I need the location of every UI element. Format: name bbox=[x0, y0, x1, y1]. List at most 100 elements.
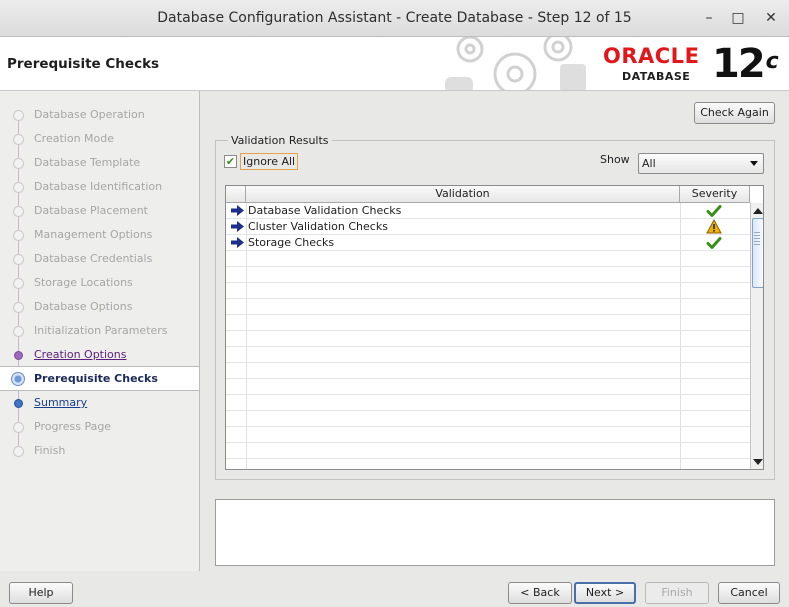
window-title: Database Configuration Assistant - Creat… bbox=[157, 10, 632, 26]
validation-name: Database Validation Checks bbox=[248, 204, 402, 217]
warning-icon bbox=[706, 218, 722, 235]
step-indicator-icon bbox=[13, 446, 24, 457]
row-divider bbox=[226, 330, 750, 331]
nav-step-database-placement: Database Placement bbox=[0, 199, 199, 223]
help-label: Help bbox=[28, 586, 54, 599]
check-again-button[interactable]: Check Again bbox=[694, 102, 775, 124]
step-indicator-icon bbox=[11, 372, 25, 386]
back-label: < Back bbox=[520, 586, 560, 599]
step-indicator-icon bbox=[13, 230, 24, 241]
row-divider bbox=[226, 394, 750, 395]
page-title: Prerequisite Checks bbox=[7, 56, 160, 72]
ignore-all-label[interactable]: Ignore All bbox=[240, 152, 299, 170]
nav-step-storage-locations: Storage Locations bbox=[0, 271, 199, 295]
nav-step-label: Storage Locations bbox=[34, 276, 133, 289]
row-divider bbox=[226, 298, 750, 299]
row-divider bbox=[226, 266, 750, 267]
minimize-button[interactable]: – bbox=[700, 9, 718, 27]
scrollbar-grip-icon bbox=[754, 232, 760, 246]
step-indicator-icon bbox=[13, 182, 24, 193]
nav-step-creation-mode: Creation Mode bbox=[0, 127, 199, 151]
next-button[interactable]: Next > bbox=[574, 582, 636, 604]
validation-name: Cluster Validation Checks bbox=[248, 220, 388, 233]
expand-arrow-icon[interactable] bbox=[231, 221, 244, 232]
maximize-button[interactable]: □ bbox=[729, 9, 747, 27]
nav-step-label: Finish bbox=[34, 444, 66, 457]
table-header-spacer bbox=[226, 186, 246, 203]
validation-table: Validation Severity Database Validation … bbox=[225, 185, 764, 470]
row-divider bbox=[226, 314, 750, 315]
table-row[interactable]: Database Validation Checks bbox=[226, 203, 750, 219]
nav-step-label: Database Identification bbox=[34, 180, 163, 193]
nav-step-initialization-parameters: Initialization Parameters bbox=[0, 319, 199, 343]
scroll-down-icon[interactable] bbox=[753, 459, 763, 465]
version-logo: 12c bbox=[712, 40, 779, 88]
column-header-severity[interactable]: Severity bbox=[680, 186, 750, 203]
nav-step-database-credentials: Database Credentials bbox=[0, 247, 199, 271]
table-row[interactable]: Cluster Validation Checks bbox=[226, 218, 750, 235]
scroll-up-icon[interactable] bbox=[753, 208, 763, 214]
step-navigation: Database Operation Creation Mode Database … bbox=[0, 91, 200, 571]
ignore-all-checkbox[interactable]: ✔ bbox=[224, 154, 237, 168]
step-indicator-icon bbox=[13, 134, 24, 145]
finish-button: Finish bbox=[645, 582, 709, 604]
vertical-scrollbar[interactable] bbox=[750, 203, 763, 469]
oracle-logo: ORACLE bbox=[603, 44, 700, 68]
success-check-icon bbox=[706, 235, 722, 251]
cancel-label: Cancel bbox=[730, 586, 768, 599]
title-bar: Database Configuration Assistant - Creat… bbox=[0, 0, 789, 37]
help-button[interactable]: Help bbox=[9, 582, 73, 604]
nav-step-database-operation: Database Operation bbox=[0, 103, 199, 127]
nav-step-label[interactable]: Summary bbox=[34, 396, 87, 409]
close-button[interactable]: ✕ bbox=[762, 9, 780, 27]
step-indicator-icon bbox=[13, 158, 24, 169]
next-label: Next > bbox=[585, 586, 625, 599]
expand-arrow-icon[interactable] bbox=[231, 205, 244, 216]
table-row[interactable]: Storage Checks bbox=[226, 235, 750, 251]
chevron-down-icon bbox=[750, 161, 758, 166]
nav-step-label: Database Options bbox=[34, 300, 133, 313]
show-filter-select[interactable]: All bbox=[638, 153, 764, 174]
nav-step-prerequisite-checks: Prerequisite Checks bbox=[0, 366, 199, 391]
step-indicator-icon bbox=[13, 278, 24, 289]
cancel-button[interactable]: Cancel bbox=[718, 582, 780, 604]
back-button[interactable]: < Back bbox=[508, 582, 572, 604]
nav-step-database-options: Database Options bbox=[0, 295, 199, 319]
validation-name: Storage Checks bbox=[248, 236, 335, 249]
expand-arrow-icon[interactable] bbox=[231, 237, 244, 248]
step-indicator-icon bbox=[13, 206, 24, 217]
nav-step-creation-options[interactable]: Creation Options bbox=[0, 343, 199, 367]
step-indicator-icon bbox=[14, 351, 23, 360]
nav-step-database-identification: Database Identification bbox=[0, 175, 199, 199]
scrollbar-thumb[interactable] bbox=[752, 218, 763, 288]
nav-step-label[interactable]: Creation Options bbox=[34, 348, 126, 361]
check-again-label: Check Again bbox=[700, 106, 769, 119]
nav-step-label: Creation Mode bbox=[34, 132, 115, 145]
finish-label: Finish bbox=[661, 586, 693, 599]
nav-step-database-template: Database Template bbox=[0, 151, 199, 175]
row-divider bbox=[226, 346, 750, 347]
row-divider bbox=[226, 378, 750, 379]
header-banner: Prerequisite Checks ORACLE DATABASE 12c bbox=[0, 37, 789, 91]
step-indicator-icon bbox=[13, 326, 24, 337]
nav-step-label: Management Options bbox=[34, 228, 153, 241]
table-body: Database Validation Checks Cluster Valida… bbox=[226, 203, 750, 469]
row-divider bbox=[226, 458, 750, 459]
row-divider bbox=[226, 426, 750, 427]
show-filter-value: All bbox=[642, 157, 656, 170]
row-divider bbox=[226, 282, 750, 283]
step-indicator-icon bbox=[13, 110, 24, 121]
ignore-all-checkbox-row[interactable]: ✔ Ignore All bbox=[224, 152, 299, 170]
version-number: 12 bbox=[712, 41, 766, 87]
version-suffix: c bbox=[765, 49, 779, 74]
row-divider bbox=[226, 362, 750, 363]
nav-step-summary[interactable]: Summary bbox=[0, 391, 199, 415]
footer-bar: Help < Back Next > Finish Cancel bbox=[0, 571, 789, 607]
main-panel: Check Again Validation Results ✔ Ignore … bbox=[200, 91, 789, 571]
nav-step-finish: Finish bbox=[0, 439, 199, 463]
nav-step-progress-page: Progress Page bbox=[0, 415, 199, 439]
nav-step-label: Prerequisite Checks bbox=[34, 372, 158, 385]
column-header-validation[interactable]: Validation bbox=[246, 186, 680, 203]
details-text-area[interactable] bbox=[215, 499, 775, 566]
show-label: Show bbox=[600, 153, 630, 166]
